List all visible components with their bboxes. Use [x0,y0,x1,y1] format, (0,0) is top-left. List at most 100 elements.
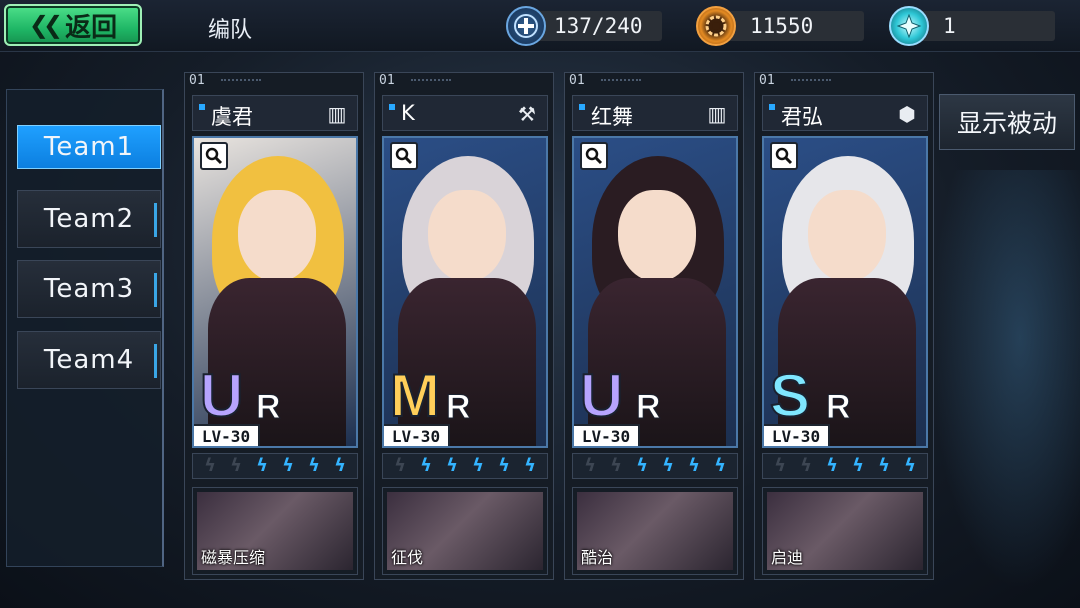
character-name: 君弘 [781,105,823,129]
star-filled-icon: ϟ [852,455,864,476]
star-filled-icon: ϟ [662,455,674,476]
character-face [238,190,316,282]
skill-name: 征伐 [391,548,424,567]
screen-title: 编队 [208,18,253,43]
magnify-icon[interactable] [200,142,228,170]
star-rating: ϟϟϟϟϟϟ [762,453,928,479]
back-label: 返回 [65,12,118,43]
slot-number: 01 [569,73,585,88]
resource-crystal[interactable]: 1 [889,6,1055,46]
star-filled-icon: ϟ [636,455,648,476]
star-filled-icon: ϟ [826,455,838,476]
skill-name: 磁暴压缩 [201,548,266,567]
skill-name: 启迪 [771,548,804,567]
top-bar: ❮❮ 返回 编队 137/240 11550 1 [0,0,1080,52]
star-rating: ϟϟϟϟϟϟ [382,453,548,479]
team-tab-1[interactable]: Team1 [17,125,161,169]
level-label: LV-30 [194,424,260,446]
rarity-sub: R [446,388,472,427]
gear-coin-icon [696,6,736,46]
star-empty-icon: ϟ [394,455,406,476]
character-face [428,190,506,282]
rarity-badge: S R [764,356,864,427]
show-passive-button[interactable]: 显示被动 [939,94,1075,150]
character-card[interactable]: 01 K ⚒ M R LV-30 ϟϟϟϟϟϟ 征伐 [374,72,554,580]
star-filled-icon: ϟ [446,455,458,476]
back-button[interactable]: ❮❮ 返回 [4,4,142,46]
rarity-badge: M R [384,356,484,429]
resource-stamina[interactable]: 137/240 [506,6,662,46]
name-marker [579,104,585,110]
crystal-icon [889,6,929,46]
skill-name: 酷治 [581,548,614,567]
double-chevron-left-icon: ❮❮ [28,11,63,39]
team-tab-2[interactable]: Team2 [17,190,161,248]
name-bar: 君弘 ⬢ [762,95,928,131]
slot-divider [601,79,641,81]
scythe-icon: ⚒ [518,102,536,126]
magnify-icon[interactable] [770,142,798,170]
skill-slot[interactable]: 磁暴压缩 [192,487,358,575]
character-portrait[interactable]: S R LV-30 [762,136,928,448]
rarity-main: M [389,362,441,429]
star-filled-icon: ϟ [904,455,916,476]
magnify-icon[interactable] [390,142,418,170]
character-name: 虞君 [211,105,253,129]
star-filled-icon: ϟ [878,455,890,476]
name-marker [199,104,205,110]
character-portrait[interactable]: U R LV-30 [572,136,738,448]
star-filled-icon: ϟ [334,455,346,476]
resource-value: 11550 [750,14,814,38]
team-tab-4[interactable]: Team4 [17,331,161,389]
character-portrait[interactable]: U R LV-30 [192,136,358,448]
rarity-main: U [579,362,624,429]
team-tab-3[interactable]: Team3 [17,260,161,318]
rarity-main: U [199,362,244,429]
character-face [618,190,696,282]
magnify-icon[interactable] [580,142,608,170]
level-label: LV-30 [384,424,450,446]
star-filled-icon: ϟ [688,455,700,476]
resource-value: 137/240 [554,14,643,38]
rarity-badge: U R [574,356,674,429]
armor-icon: ▥ [707,102,727,126]
star-empty-icon: ϟ [774,455,786,476]
star-filled-icon: ϟ [524,455,536,476]
skill-slot[interactable]: 启迪 [762,487,928,575]
armor-icon: ▥ [327,102,347,126]
star-rating: ϟϟϟϟϟϟ [572,453,738,479]
slot-number: 01 [189,73,205,88]
molecule-icon: ⬢ [898,102,916,126]
name-marker [389,104,395,110]
rarity-sub: R [636,388,662,427]
star-empty-icon: ϟ [230,455,242,476]
star-filled-icon: ϟ [714,455,726,476]
slot-divider [791,79,831,81]
rarity-sub: R [256,388,282,427]
character-portrait[interactable]: M R LV-30 [382,136,548,448]
star-filled-icon: ϟ [420,455,432,476]
rarity-badge: U R [194,356,294,429]
resource-gold[interactable]: 11550 [696,6,864,46]
slot-number: 01 [759,73,775,88]
star-filled-icon: ϟ [308,455,320,476]
skill-slot[interactable]: 酷治 [572,487,738,575]
star-rating: ϟϟϟϟϟϟ [192,453,358,479]
star-empty-icon: ϟ [204,455,216,476]
name-bar: 红舞 ▥ [572,95,738,131]
level-label: LV-30 [764,424,830,446]
star-filled-icon: ϟ [498,455,510,476]
skill-slot[interactable]: 征伐 [382,487,548,575]
resource-value: 1 [943,14,956,38]
character-face [808,190,886,282]
star-empty-icon: ϟ [800,455,812,476]
character-name: K [401,101,415,125]
character-name: 红舞 [591,105,633,129]
character-card[interactable]: 01 君弘 ⬢ S R LV-30 ϟϟϟϟϟϟ 启迪 [754,72,934,580]
star-empty-icon: ϟ [584,455,596,476]
star-filled-icon: ϟ [256,455,268,476]
character-card[interactable]: 01 红舞 ▥ U R LV-30 ϟϟϟϟϟϟ 酷治 [564,72,744,580]
rarity-sub: R [826,388,852,427]
character-card[interactable]: 01 虞君 ▥ U R LV-30 ϟϟϟϟϟϟ 磁暴压缩 [184,72,364,580]
team-selector: Team1 Team2 Team3 Team4 [6,89,164,567]
